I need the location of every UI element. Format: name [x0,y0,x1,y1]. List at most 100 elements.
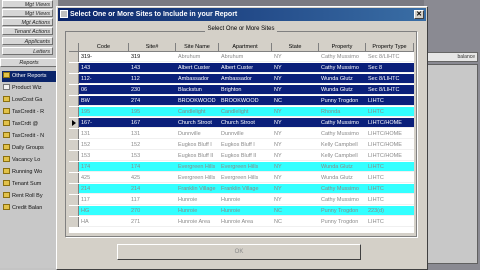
column-header[interactable]: State [272,43,319,52]
row-selector[interactable] [69,206,79,216]
report-item-taxcredit-n[interactable]: TaxCredit - N [2,131,56,142]
sites-grid[interactable]: Code Site# Site Name Apartment State Property… [69,43,414,233]
table-cell: LIHTC [368,219,384,225]
table-cell: Hunroie Area [178,219,211,225]
table-cell: Hunroie Area [221,219,254,225]
row-selector[interactable] [69,85,79,95]
row-selector[interactable] [69,151,79,161]
report-item-taxcrdt[interactable]: TaxCrdt @ [2,119,56,130]
table-cell: 214 [131,186,141,192]
row-selector[interactable] [69,184,79,194]
row-selector[interactable] [69,63,79,73]
report-item-tenant-sum[interactable]: Tenant Sum [2,179,56,190]
report-item-product-wiz[interactable]: Product Wiz [2,83,56,94]
ok-button[interactable]: OK [117,244,361,260]
report-item-other-reports[interactable]: Other Reports [2,71,56,82]
row-selector[interactable] [69,96,79,106]
table-row[interactable]: 425 425 Evergreen Hills Evergreen Hills NY Wu… [69,173,414,183]
report-item-lowcost[interactable]: LowCost Ga [2,95,56,106]
table-cell: LIHTC [368,175,384,181]
report-item-running[interactable]: Running Wo [2,167,56,178]
column-header[interactable]: Code [79,43,129,52]
report-item-vacancy[interactable]: Vacancy Lo [2,155,56,166]
table-row[interactable]: BW 274 BROOKWOOD BROOKWOOD NC Punny Trogdon LI… [69,96,414,106]
table-row[interactable]: HG 270 Hunroie Hunroie NC Punny Trogdon 223(d) [69,206,414,216]
table-cell: 425 [81,175,91,181]
table-cell: 274 [131,98,141,104]
column-header[interactable]: Apartment [219,43,272,52]
table-cell: NC [274,219,282,225]
table-row[interactable]: 214 214 Franklin Village Franklin Village NY… [69,184,414,194]
report-item-credit-balance[interactable]: Credit Balan [2,203,56,214]
table-cell: NY [274,153,282,159]
table-cell: Eugkos Bluff I [178,142,212,148]
table-cell: LIHTC [368,186,384,192]
table-cell: Hunroie [221,197,241,203]
nav-button-applicants[interactable]: Applicants [2,37,53,45]
row-selector[interactable] [69,74,79,84]
close-button[interactable]: ✕ [414,10,424,19]
row-selector[interactable] [69,129,79,139]
table-row[interactable]: 167- 167 Church Stroot Church Stroot NY Cathy… [69,118,414,128]
table-cell: 270 [131,208,141,214]
row-selector[interactable] [69,195,79,205]
table-row[interactable]: 143 143 Albert Custer Albert Custer NY Cathy … [69,63,414,73]
nav-button-mgt-actions[interactable]: Mgt Actions [2,18,53,26]
nav-button-mgt-views-2[interactable]: Mgt Views [2,9,53,17]
table-cell: NY [274,197,282,203]
row-selector[interactable] [69,217,79,227]
row-selector[interactable] [69,52,79,62]
table-row[interactable]: 195 195 Candlelight Candlelight NY Rhonda LIHT… [69,107,414,117]
table-cell: NY [274,142,282,148]
table-cell: Sec 8/LIHTC [368,54,400,60]
table-cell: LIHTC/HOME [368,142,402,148]
column-header[interactable]: Site# [129,43,176,52]
table-cell: Albert Custer [178,65,211,71]
table-cell: Church Stroot [178,120,212,126]
dialog-titlebar[interactable]: Select One or More Sites to Include in y… [58,8,426,21]
table-row[interactable]: 131 131 Dunnville Dunnville NY Cathy Mussimo L… [69,129,414,139]
column-header[interactable]: Property [319,43,366,52]
reports-header-button[interactable]: Reports [0,58,58,67]
row-selector[interactable] [69,107,79,117]
sites-groupbox: Select One or More Sites Code Site# Site N… [65,26,417,237]
table-cell: Cathy Mussimo [321,65,359,71]
table-cell: Rhonda [321,109,341,115]
table-row[interactable]: 112- 112 Ambassador Ambassador NY Wunda Glutz… [69,74,414,84]
table-cell: 06 [81,87,88,93]
table-row[interactable]: 117 117 Hunroie Hunroie NY Cathy Mussimo LIHTC [69,195,414,205]
report-item-daily-groups[interactable]: Daily Groups [2,143,56,154]
folder-icon [3,72,10,78]
folder-icon [3,132,10,138]
table-row[interactable]: 174 174 Evergreen Hills Evergreen Hills NY Wu… [69,162,414,172]
table-cell: 174 [81,164,91,170]
table-row[interactable]: HA 271 Hunroie Area Hunroie Area NC Punny Tro… [69,217,414,227]
column-header[interactable]: Property Type [366,43,414,52]
row-selector[interactable] [69,162,79,172]
table-row[interactable]: 153 153 Eugkos Bluff II Eugkos Bluff II NY Ke… [69,151,414,161]
column-header[interactable]: Site Name [176,43,219,52]
table-cell: Cathy Mussimo [321,120,359,126]
table-cell: Cathy Mussimo [321,54,359,60]
current-row-indicator[interactable] [69,118,79,128]
report-item-taxcredit-r[interactable]: TaxCredit - R [2,107,56,118]
nav-button-letters[interactable]: Letters [2,47,53,55]
report-item-rent-roll[interactable]: Rent Roll By [2,191,56,202]
table-cell: NY [274,175,282,181]
table-row[interactable]: 319- 319 Abruhum Abruhum NY Cathy Mussimo Sec … [69,52,414,62]
nav-button-tenant-actions[interactable]: Tenant Actions [2,27,53,35]
table-cell: LIHTC/HOME [368,153,402,159]
table-cell: 319 [131,54,141,60]
page-icon [3,84,10,90]
table-row[interactable]: 152 152 Eugkos Bluff I Eugkos Bluff I NY Kell… [69,140,414,150]
table-cell: Abruhum [178,54,201,60]
table-cell: Albert Custer [221,65,254,71]
row-selector[interactable] [69,173,79,183]
row-selector[interactable] [69,140,79,150]
folder-icon [3,156,10,162]
table-cell: Hunroie [178,208,198,214]
table-cell: Dunnville [221,131,244,137]
table-cell: Wunda Glutz [321,175,353,181]
nav-button-mgt-views-1[interactable]: Mgt Views [2,0,53,8]
table-row[interactable]: 06 230 Blackstun Brighton NY Wunda Glutz Sec 8… [69,85,414,95]
